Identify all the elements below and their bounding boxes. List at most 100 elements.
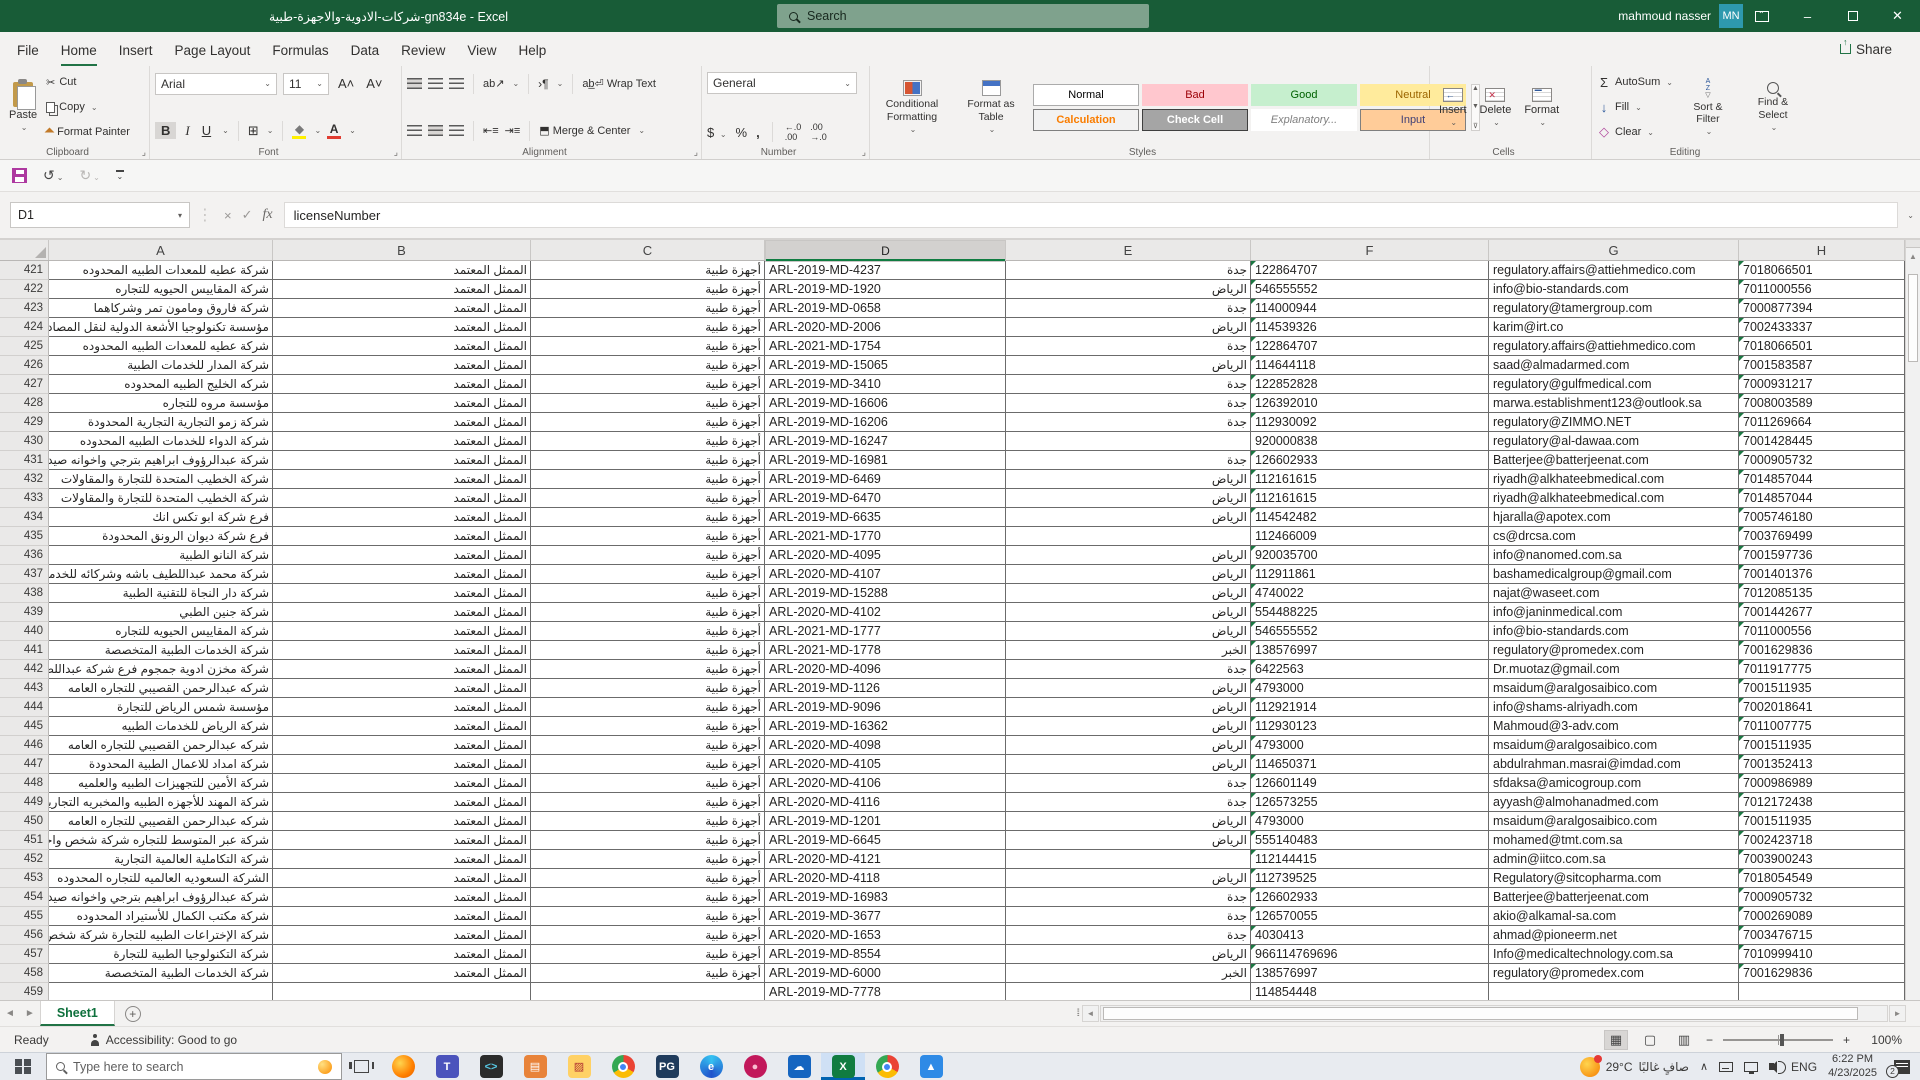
expand-formula-bar-icon[interactable]: ⌄ <box>1907 211 1914 220</box>
cell-product-type[interactable]: أجهزة طبية <box>531 679 765 698</box>
cell-email[interactable]: regulatory@tamergroup.com <box>1489 299 1739 318</box>
row-header[interactable]: 425 <box>0 337 49 356</box>
cell-registration-id[interactable]: 7018054549 <box>1739 869 1905 888</box>
cell-license-number[interactable]: ARL-2020-MD-4096 <box>765 660 1006 679</box>
cell-company-name[interactable]: شركة النانو الطبية <box>49 546 273 565</box>
normal-view-button[interactable]: ▦ <box>1604 1030 1628 1050</box>
cell-product-type[interactable]: أجهزة طبية <box>531 527 765 546</box>
cell-representative[interactable]: الممثل المعتمد <box>273 546 531 565</box>
cell-city[interactable]: الرياض <box>1006 508 1251 527</box>
borders-button[interactable]: ⊞ <box>248 123 259 139</box>
cell-representative[interactable]: الممثل المعتمد <box>273 280 531 299</box>
cell-company-name[interactable]: شركه عبدالرحمن القصيبي للتجاره العامه <box>49 812 273 831</box>
cell-license-number[interactable]: ARL-2019-MD-3410 <box>765 375 1006 394</box>
cell-registration-id[interactable]: 7014857044 <box>1739 489 1905 508</box>
cell-registration-id[interactable]: 7001511935 <box>1739 679 1905 698</box>
cell-email[interactable] <box>1489 983 1739 1000</box>
cell-registration-id[interactable]: 7000905732 <box>1739 451 1905 470</box>
cell-registration-id[interactable]: 7012172438 <box>1739 793 1905 812</box>
cell-city[interactable]: الرياض <box>1006 356 1251 375</box>
cell-phone[interactable]: 112161615 <box>1251 489 1489 508</box>
cell-license-number[interactable]: ARL-2019-MD-4237 <box>765 261 1006 280</box>
cell-city[interactable]: الرياض <box>1006 812 1251 831</box>
cell-email[interactable]: Batterjee@batterjeenat.com <box>1489 451 1739 470</box>
cell-license-number[interactable]: ARL-2019-MD-0658 <box>765 299 1006 318</box>
taskbar-chrome-icon-2[interactable] <box>865 1053 909 1080</box>
merge-center-button[interactable]: ⬒ Merge & Center <box>539 124 630 137</box>
cell-city[interactable]: الرياض <box>1006 717 1251 736</box>
cell-company-name[interactable]: شركة زمو التجارية التجارية المحدودة <box>49 413 273 432</box>
cell-representative[interactable]: الممثل المعتمد <box>273 508 531 527</box>
row-header[interactable]: 421 <box>0 261 49 280</box>
cell-representative[interactable]: الممثل المعتمد <box>273 337 531 356</box>
cell-email[interactable]: najat@waseet.com <box>1489 584 1739 603</box>
row-header[interactable]: 427 <box>0 375 49 394</box>
cell-registration-id[interactable]: 7011269664 <box>1739 413 1905 432</box>
cell-phone[interactable]: 126573255 <box>1251 793 1489 812</box>
enter-icon[interactable]: ✓ <box>242 207 253 223</box>
cell-company-name[interactable]: شركة الخطيب المتحدة للتجارة والمقاولات <box>49 489 273 508</box>
cell-email[interactable]: info@shams-alriyadh.com <box>1489 698 1739 717</box>
menu-tab-review[interactable]: Review <box>390 35 456 64</box>
cell-company-name[interactable]: شركة الخدمات الطبية المتخصصة <box>49 641 273 660</box>
bold-button[interactable]: B <box>155 122 176 139</box>
row-header[interactable]: 438 <box>0 584 49 603</box>
row-header[interactable]: 441 <box>0 641 49 660</box>
cell-city[interactable] <box>1006 850 1251 869</box>
cell-city[interactable]: الرياض <box>1006 622 1251 641</box>
shrink-font-button[interactable]: A˅ <box>363 76 385 91</box>
cell-company-name[interactable]: شركه عبدالرحمن القصيبي للتجاره العامه <box>49 679 273 698</box>
delete-cells-button[interactable]: ✕ Delete⌄ <box>1476 70 1516 144</box>
cell-registration-id[interactable]: 7003769499 <box>1739 527 1905 546</box>
cell-phone[interactable]: 4793000 <box>1251 679 1489 698</box>
cell-product-type[interactable]: أجهزة طبية <box>531 318 765 337</box>
cell-registration-id[interactable]: 7003476715 <box>1739 926 1905 945</box>
cell-product-type[interactable]: أجهزة طبية <box>531 660 765 679</box>
cell-license-number[interactable]: ARL-2020-MD-4118 <box>765 869 1006 888</box>
cell-representative[interactable]: الممثل المعتمد <box>273 432 531 451</box>
cell-city[interactable]: الرياض <box>1006 869 1251 888</box>
taskbar-photos-icon[interactable]: ▲ <box>909 1053 953 1080</box>
copy-button[interactable]: Copy⌄ <box>46 97 130 117</box>
minimize-button[interactable]: – <box>1785 0 1830 32</box>
cell-email[interactable]: mohamed@tmt.com.sa <box>1489 831 1739 850</box>
cell-license-number[interactable]: ARL-2020-MD-4121 <box>765 850 1006 869</box>
autosum-button[interactable]: ΣAutoSum⌄ <box>1597 72 1673 92</box>
cell-product-type[interactable]: أجهزة طبية <box>531 622 765 641</box>
cell-license-number[interactable]: ARL-2019-MD-6645 <box>765 831 1006 850</box>
clock[interactable]: 6:22 PM 4/23/2025 <box>1828 1053 1877 1080</box>
cell-product-type[interactable]: أجهزة طبية <box>531 280 765 299</box>
cell-registration-id[interactable]: 7011007775 <box>1739 717 1905 736</box>
cell-license-number[interactable]: ARL-2019-MD-1201 <box>765 812 1006 831</box>
cell-email[interactable]: ayyash@almohanadmed.com <box>1489 793 1739 812</box>
row-header[interactable]: 445 <box>0 717 49 736</box>
cell-product-type[interactable]: أجهزة طبية <box>531 299 765 318</box>
cell-phone[interactable]: 112161615 <box>1251 470 1489 489</box>
comma-style-button[interactable]: , <box>756 125 760 140</box>
user-name[interactable]: mahmoud nasser <box>1618 9 1711 23</box>
cell-phone[interactable]: 122864707 <box>1251 261 1489 280</box>
cell-email[interactable]: Mahmoud@3-adv.com <box>1489 717 1739 736</box>
cell-registration-id[interactable]: 7001597736 <box>1739 546 1905 565</box>
cell-product-type[interactable]: أجهزة طبية <box>531 546 765 565</box>
row-header[interactable]: 443 <box>0 679 49 698</box>
cell-representative[interactable]: الممثل المعتمد <box>273 299 531 318</box>
cell-license-number[interactable]: ARL-2019-MD-7778 <box>765 983 1006 1000</box>
cell-product-type[interactable]: أجهزة طبية <box>531 432 765 451</box>
cell-company-name[interactable]: شركة المدار للخدمات الطبية <box>49 356 273 375</box>
cell-company-name[interactable] <box>49 983 273 1000</box>
cell-license-number[interactable]: ARL-2020-MD-4107 <box>765 565 1006 584</box>
cell-registration-id[interactable]: 7001401376 <box>1739 565 1905 584</box>
alignment-dialog-launcher[interactable]: ⌟ <box>694 147 698 158</box>
column-header-B[interactable]: B <box>273 240 531 260</box>
notifications-icon[interactable]: 2 <box>1894 1060 1910 1074</box>
zoom-level[interactable]: 100% <box>1860 1033 1902 1047</box>
cell-registration-id[interactable]: 7001442677 <box>1739 603 1905 622</box>
decrease-indent-button[interactable]: ⇤≡ <box>483 124 499 137</box>
zoom-slider[interactable] <box>1723 1039 1833 1041</box>
cell-representative[interactable]: الممثل المعتمد <box>273 850 531 869</box>
cell-license-number[interactable]: ARL-2021-MD-1777 <box>765 622 1006 641</box>
cell-representative[interactable]: الممثل المعتمد <box>273 261 531 280</box>
cell-registration-id[interactable]: 7011917775 <box>1739 660 1905 679</box>
cell-company-name[interactable]: شركة مخزن ادوية جمجوم فرع شركة عبداللطيف… <box>49 660 273 679</box>
